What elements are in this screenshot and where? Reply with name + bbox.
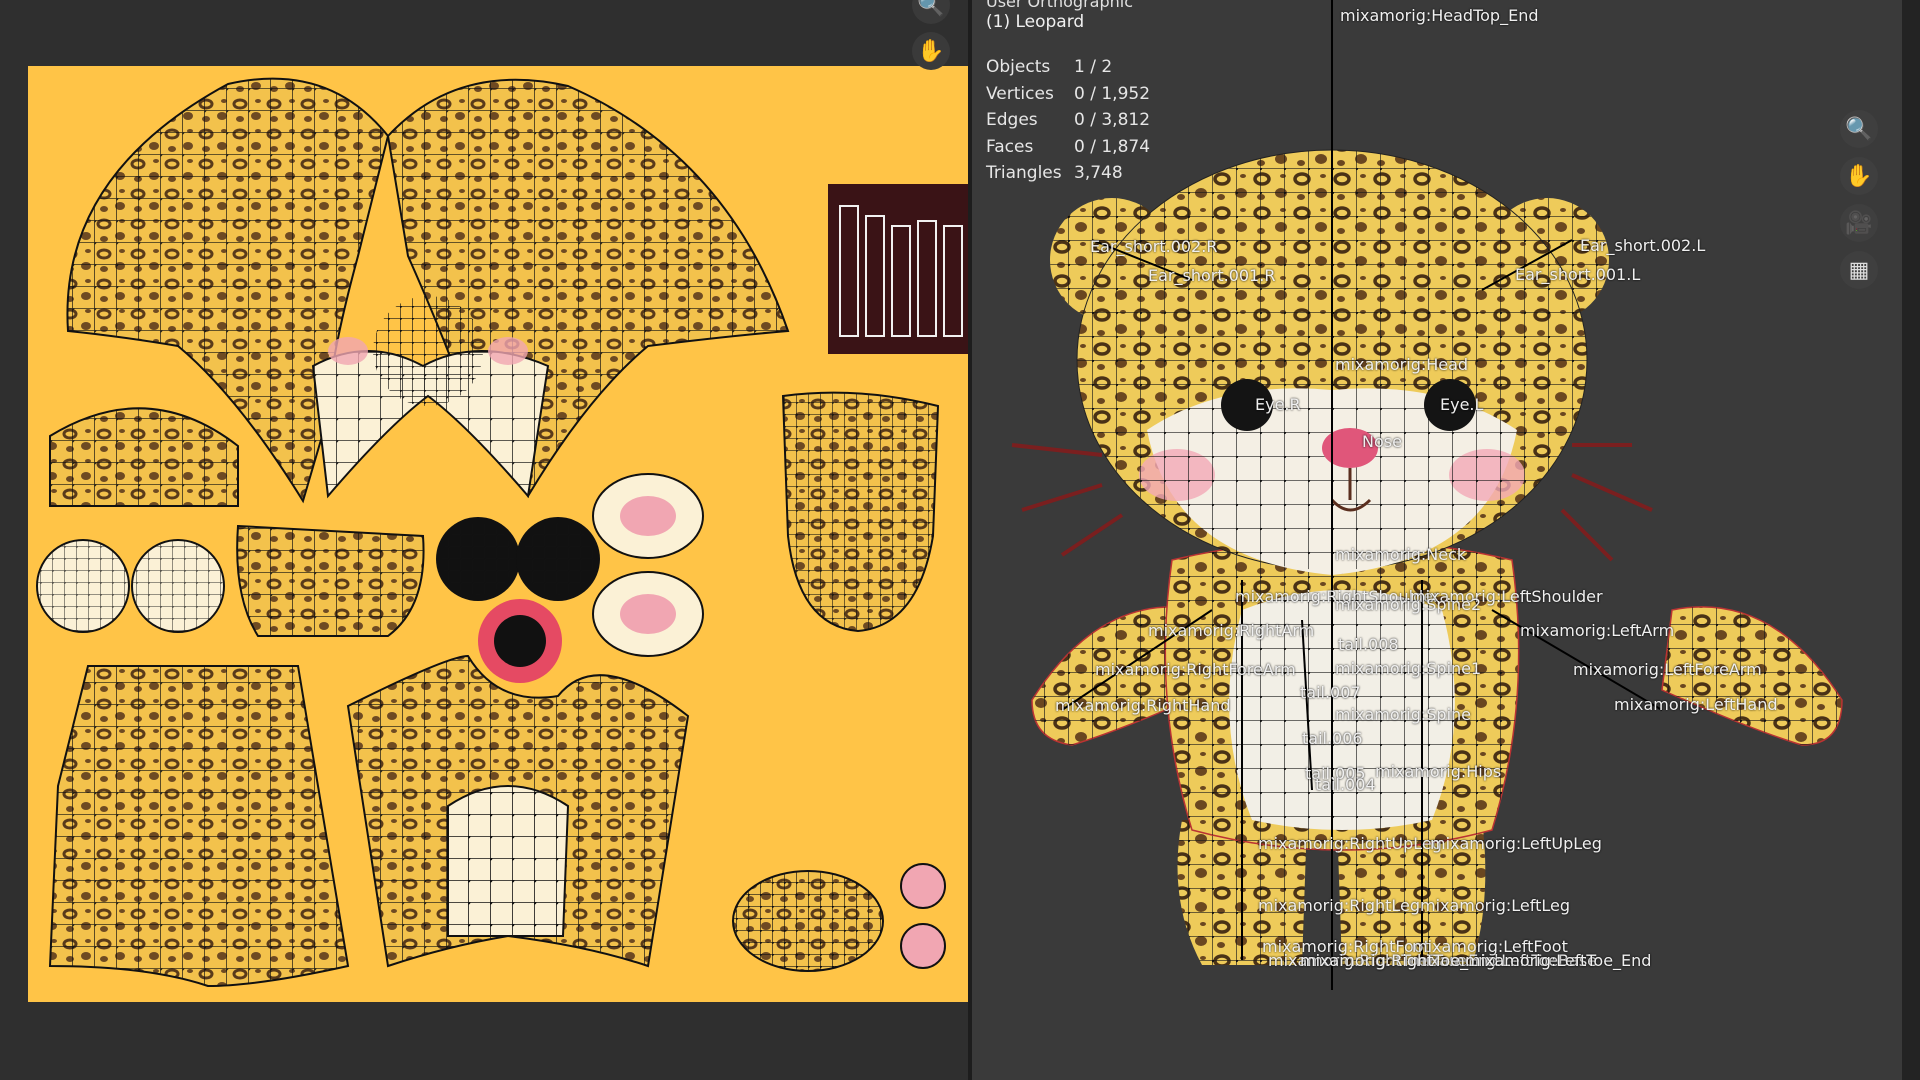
- stat-row: Objects 1 / 2: [986, 54, 1150, 81]
- bone-label: mixamorig:Hips: [1375, 762, 1502, 781]
- scene-statistics: Objects 1 / 2 Vertices 0 / 1,952 Edges 0 / …: [986, 54, 1150, 187]
- bone-label: Ear_short.001.R: [1148, 266, 1276, 285]
- zoom-icon[interactable]: 🔍: [912, 0, 950, 24]
- right-sidebar-edge[interactable]: [1902, 0, 1920, 1080]
- stat-value: 0 / 1,874: [1074, 136, 1151, 157]
- bone-label: Ear_short.002.R: [1090, 237, 1218, 256]
- stat-value: 0 / 3,812: [1074, 110, 1151, 130]
- bone-label: mixamorig:LeftHand: [1614, 695, 1778, 714]
- grid-icon[interactable]: ▦: [1840, 251, 1878, 289]
- bone-label: mixamorig:HeadTop_End: [1340, 6, 1539, 25]
- stat-row: Faces 0 / 1,874: [986, 134, 1150, 161]
- stat-label: Edges: [986, 110, 1038, 130]
- stat-row: Triangles 3,748: [986, 160, 1150, 187]
- bone-label: mixamorig:LeftToe_End: [1465, 951, 1652, 970]
- bone-label: tail.004: [1315, 775, 1376, 794]
- bone-label: mixamorig:LeftUpLeg: [1430, 834, 1602, 853]
- bone-label: mixamorig:LeftLeg: [1420, 896, 1570, 915]
- bone-label: Eye.L: [1440, 395, 1484, 414]
- bone-label: mixamorig:RightLeg: [1258, 896, 1421, 915]
- bone-label: Nose: [1362, 432, 1402, 451]
- bone-label: mixamorig:RightForeArm: [1095, 660, 1296, 679]
- active-object-name: (1) Leopard: [986, 12, 1085, 32]
- bone-label: Ear_short.002.L: [1580, 236, 1706, 255]
- bone-label: mixamorig:Head: [1335, 355, 1469, 374]
- bone-label: mixamorig:RightUpLeg: [1258, 834, 1442, 853]
- stat-label: Vertices: [986, 83, 1054, 104]
- bone-label: tail.006: [1302, 729, 1363, 748]
- uv-editor[interactable]: 🔍 ✋: [0, 0, 968, 1080]
- viewport-view-name: User Orthographic: [986, 0, 1134, 11]
- stat-label: Objects: [986, 57, 1051, 77]
- bone-label: mixamorig:Spine2: [1335, 595, 1482, 614]
- bone-label: Eye.R: [1255, 395, 1301, 414]
- stat-label: Faces: [986, 136, 1034, 157]
- bone-label: mixamorig:Spine1: [1335, 659, 1482, 678]
- stat-value: 1 / 2: [1074, 57, 1113, 77]
- stat-value: 0 / 1,952: [1074, 83, 1151, 104]
- bone-label: mixamorig:LeftForeArm: [1573, 660, 1762, 679]
- bone-label: tail.008: [1338, 635, 1399, 654]
- stat-value: 3,748: [1074, 163, 1123, 183]
- bone-label: mixamorig:Spine: [1335, 705, 1471, 724]
- stat-label: Triangles: [986, 163, 1062, 183]
- bone-label: mixamorig:RightArm: [1148, 621, 1315, 640]
- stat-row: Edges 0 / 3,812: [986, 107, 1150, 134]
- bone-label: mixamorig:RightHand: [1055, 696, 1231, 715]
- uv-islands: [36, 77, 968, 988]
- camera-icon[interactable]: 🎥: [1840, 204, 1878, 242]
- zoom-icon[interactable]: 🔍: [1840, 110, 1878, 148]
- bone-label: mixamorig:LeftArm: [1520, 621, 1675, 640]
- hand-icon[interactable]: ✋: [1840, 157, 1878, 195]
- stat-row: Vertices 0 / 1,952: [986, 81, 1150, 108]
- bone-label: mixamorig:Neck: [1335, 545, 1467, 564]
- bone-label: tail.007: [1300, 683, 1361, 702]
- uv-texture-canvas[interactable]: [28, 66, 968, 1002]
- hand-icon[interactable]: ✋: [912, 32, 950, 70]
- bone-label: Ear_short.001.L: [1515, 265, 1641, 284]
